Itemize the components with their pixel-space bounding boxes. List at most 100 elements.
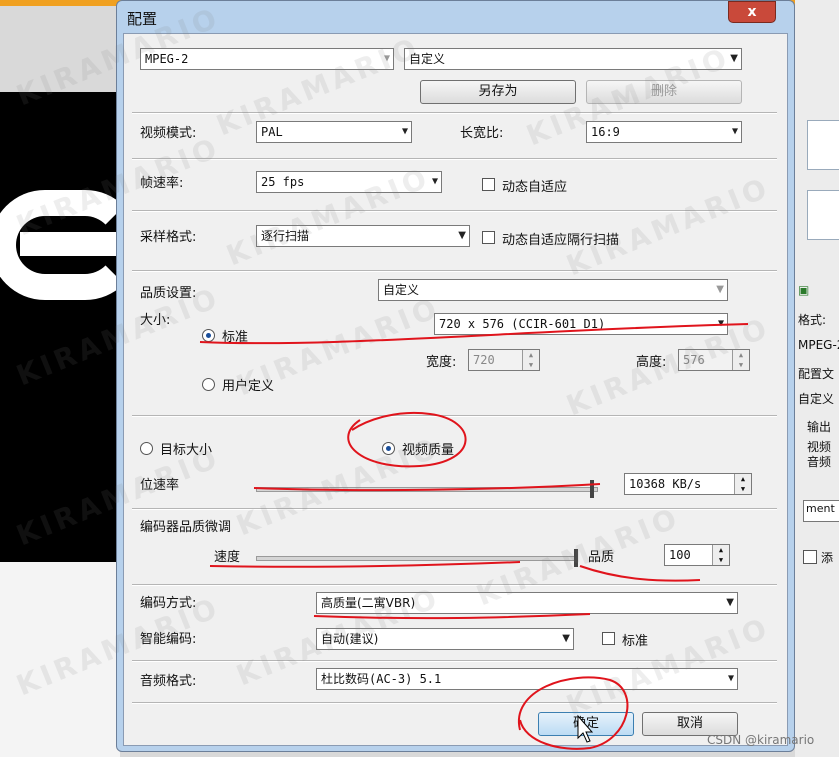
frame-rate-label: 帧速率: [140, 176, 184, 191]
add-label: 添 [821, 551, 834, 565]
standard-size-select[interactable]: 720 x 576 (CCIR-601 D1) ▼ [434, 313, 728, 335]
divider [132, 210, 777, 212]
chevron-down-icon: ▼ [731, 126, 738, 137]
divider [132, 702, 777, 704]
config-value: 自定义 [798, 392, 835, 406]
chevron-down-icon: ▼ [717, 318, 724, 329]
format-label: 格式: [798, 313, 827, 327]
scan-format-value: 逐行扫描 [261, 229, 310, 243]
dialog-title: 配置 [127, 10, 158, 28]
custom-size-label: 用户定义 [222, 379, 275, 394]
divider [132, 415, 777, 417]
divider [132, 158, 777, 160]
preset-select[interactable]: 自定义 ▼ [404, 48, 742, 70]
speed-quality-slider-thumb[interactable] [574, 549, 578, 567]
encoder-quality-label: 品质 [588, 550, 615, 565]
aspect-ratio-select[interactable]: 16:9 ▼ [586, 121, 742, 143]
preset-value: 自定义 [409, 52, 446, 66]
speed-quality-slider-track[interactable] [256, 556, 578, 561]
aspect-ratio-label: 长宽比: [460, 126, 504, 141]
spinner-arrows-icon[interactable]: ▲ ▼ [522, 350, 539, 370]
encoding-method-value: 高质量(二寓VBR) [321, 596, 416, 610]
output-label: 输出 [807, 420, 832, 434]
spinner-arrows-icon[interactable]: ▲ ▼ [734, 474, 751, 494]
format-select[interactable]: MPEG-2 ▼ [140, 48, 394, 70]
smart-standard-checkbox[interactable] [602, 632, 615, 645]
audio-format-select[interactable]: 杜比数码(AC-3) 5.1 ▼ [316, 668, 738, 690]
add-checkbox[interactable] [803, 550, 817, 564]
spinner-arrows-icon[interactable]: ▲ ▼ [732, 350, 749, 370]
chevron-down-icon: ▼ [458, 230, 466, 241]
video-quality-radio[interactable] [382, 442, 395, 455]
target-size-label: 目标大小 [160, 443, 213, 458]
encoder-quality-spinner[interactable]: 100 ▲ ▼ [664, 544, 730, 566]
ok-button[interactable]: 确定 [538, 712, 634, 736]
size-label: 大小: [140, 313, 171, 328]
video-mode-label: 视频模式: [140, 126, 197, 141]
custom-size-radio[interactable] [202, 378, 215, 391]
frame-rate-value: 25 fps [261, 175, 305, 189]
height-spinner[interactable]: 576 ▲ ▼ [678, 349, 750, 371]
divider [132, 508, 777, 510]
video-mode-value: PAL [261, 125, 283, 139]
credit-watermark: CSDN @kiramario [707, 733, 815, 747]
background-lower-panel [0, 562, 120, 757]
chevron-down-icon: ▼ [726, 597, 734, 608]
smart-encoding-select[interactable]: 自动(建议) ▼ [316, 628, 574, 650]
scan-adaptive-checkbox[interactable] [482, 231, 495, 244]
width-value: 720 [473, 353, 495, 367]
spinner-arrows-icon[interactable]: ▲ ▼ [712, 545, 729, 565]
chevron-down-icon: ▼ [727, 673, 734, 684]
chevron-down-icon: ▼ [716, 284, 724, 295]
quality-settings-value: 自定义 [383, 283, 420, 297]
output-field[interactable]: ment [803, 500, 839, 522]
config-label: 配置文 [798, 367, 835, 381]
quality-settings-select[interactable]: 自定义 ▼ [378, 279, 728, 301]
delete-button[interactable]: 删除 [586, 80, 742, 104]
width-label: 宽度: [426, 355, 457, 370]
bitrate-slider-track[interactable] [256, 487, 598, 492]
smart-encoding-label: 智能编码: [140, 632, 197, 647]
save-as-button[interactable]: 另存为 [420, 80, 576, 104]
width-spinner[interactable]: 720 ▲ ▼ [468, 349, 540, 371]
fps-adaptive-label: 动态自适应 [502, 180, 568, 195]
encoding-method-label: 编码方式: [140, 596, 197, 611]
scan-adaptive-label: 动态自适应隔行扫描 [502, 233, 620, 248]
thumbnail [807, 120, 839, 170]
title-bar[interactable]: 配置 x [117, 1, 794, 33]
standard-size-radio[interactable] [202, 329, 215, 342]
config-dialog: 配置 x MPEG-2 ▼ 自定义 ▼ 另存为 删除 视频模式: PAL ▼ 长宽比:… [116, 0, 795, 752]
background-right-panel: ▣ 格式: MPEG-2 配置文 自定义 输出 视频 音频 ment 添 [795, 0, 839, 757]
chevron-down-icon: ▼ [401, 126, 408, 137]
video-mode-select[interactable]: PAL ▼ [256, 121, 412, 143]
standard-size-label: 标准 [222, 330, 249, 345]
audio-format-value: 杜比数码(AC-3) 5.1 [321, 672, 442, 686]
chevron-down-icon: ▼ [562, 633, 570, 644]
target-size-radio[interactable] [140, 442, 153, 455]
smart-standard-label: 标准 [622, 634, 649, 649]
speed-label: 速度 [214, 550, 241, 565]
bitrate-value: 10368 KB/s [629, 477, 702, 491]
divider [132, 112, 777, 114]
fps-adaptive-checkbox[interactable] [482, 178, 495, 191]
aspect-ratio-value: 16:9 [591, 125, 620, 139]
encoder-tuning-label: 编码器品质微调 [140, 520, 232, 535]
bitrate-slider-thumb[interactable] [590, 480, 594, 498]
divider [132, 270, 777, 272]
audio-label: 音频 [807, 455, 832, 469]
standard-size-value: 720 x 576 (CCIR-601 D1) [439, 317, 606, 331]
audio-format-label: 音频格式: [140, 674, 197, 689]
quality-settings-label: 品质设置: [140, 286, 197, 301]
bitrate-label: 位速率 [140, 478, 180, 493]
film-icon: ▣ [798, 283, 810, 297]
chevron-down-icon: ▼ [730, 53, 738, 64]
scan-format-select[interactable]: 逐行扫描 ▼ [256, 225, 470, 247]
close-button[interactable]: x [728, 1, 776, 23]
chevron-down-icon: ▼ [383, 53, 390, 64]
frame-rate-select[interactable]: 25 fps ▼ [256, 171, 442, 193]
bitrate-spinner[interactable]: 10368 KB/s ▲ ▼ [624, 473, 752, 495]
scan-format-label: 采样格式: [140, 230, 197, 245]
encoding-method-select[interactable]: 高质量(二寓VBR) ▼ [316, 592, 738, 614]
height-label: 高度: [636, 355, 667, 370]
encoder-quality-value: 100 [669, 548, 691, 562]
